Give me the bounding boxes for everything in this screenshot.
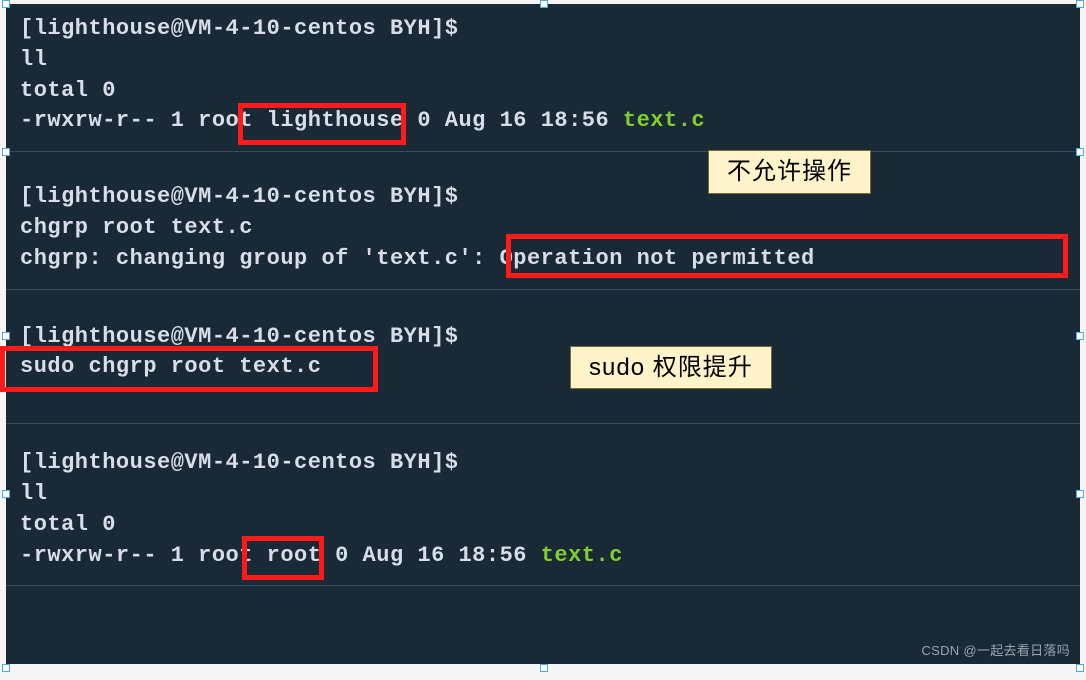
ls-group: root xyxy=(267,543,322,568)
prompt-line: [lighthouse@VM-4-10-centos BYH]$ xyxy=(20,322,1066,353)
resize-handle[interactable] xyxy=(1076,664,1084,672)
command-line: ll xyxy=(20,45,1066,76)
ls-mid: 0 Aug 16 18:56 xyxy=(404,108,623,133)
command-line: chgrp root text.c xyxy=(20,213,1066,244)
prompt-line: [lighthouse@VM-4-10-centos BYH]$ xyxy=(20,14,1066,45)
ls-group: lighthouse xyxy=(267,108,404,133)
terminal-window: [lighthouse@VM-4-10-centos BYH]$ ll tota… xyxy=(6,4,1080,664)
output-ls: -rwxrw-r-- 1 root lighthouse 0 Aug 16 18… xyxy=(20,106,1066,137)
output-total: total 0 xyxy=(20,510,1066,541)
ls-mid: 0 Aug 16 18:56 xyxy=(321,543,540,568)
command-line: sudo chgrp root text.c xyxy=(20,352,1066,383)
resize-handle[interactable] xyxy=(1076,0,1084,8)
terminal-panel-2: [lighthouse@VM-4-10-centos BYH]$ chgrp r… xyxy=(6,152,1080,289)
ls-filename: text.c xyxy=(623,108,705,133)
ls-filename: text.c xyxy=(541,543,623,568)
resize-handle[interactable] xyxy=(1076,490,1084,498)
resize-handle[interactable] xyxy=(1076,148,1084,156)
annotation-not-permitted: 不允许操作 xyxy=(708,150,871,194)
ls-prefix: -rwxrw-r-- 1 root xyxy=(20,543,267,568)
output-total: total 0 xyxy=(20,76,1066,107)
watermark-text: CSDN @一起去看日落吗 xyxy=(921,642,1070,660)
command-line: ll xyxy=(20,479,1066,510)
prompt-line: [lighthouse@VM-4-10-centos BYH]$ xyxy=(20,182,1066,213)
resize-handle[interactable] xyxy=(2,490,10,498)
resize-handle[interactable] xyxy=(1076,332,1084,340)
output-error: chgrp: changing group of 'text.c': Opera… xyxy=(20,244,1066,275)
ls-prefix: -rwxrw-r-- 1 root xyxy=(20,108,267,133)
terminal-panel-4: [lighthouse@VM-4-10-centos BYH]$ ll tota… xyxy=(6,424,1080,586)
error-prefix: chgrp: changing group of 'text.c': xyxy=(20,246,500,271)
error-message: Operation not permitted xyxy=(500,246,815,271)
resize-handle[interactable] xyxy=(2,664,10,672)
prompt-line: [lighthouse@VM-4-10-centos BYH]$ xyxy=(20,448,1066,479)
annotation-sudo-elevate: sudo 权限提升 xyxy=(570,346,772,390)
output-ls: -rwxrw-r-- 1 root root 0 Aug 16 18:56 te… xyxy=(20,541,1066,572)
resize-handle[interactable] xyxy=(2,0,10,8)
terminal-panel-3: [lighthouse@VM-4-10-centos BYH]$ sudo ch… xyxy=(6,290,1080,425)
resize-handle[interactable] xyxy=(540,0,548,8)
resize-handle[interactable] xyxy=(2,148,10,156)
resize-handle[interactable] xyxy=(2,332,10,340)
terminal-panel-1: [lighthouse@VM-4-10-centos BYH]$ ll tota… xyxy=(6,4,1080,152)
resize-handle[interactable] xyxy=(540,664,548,672)
